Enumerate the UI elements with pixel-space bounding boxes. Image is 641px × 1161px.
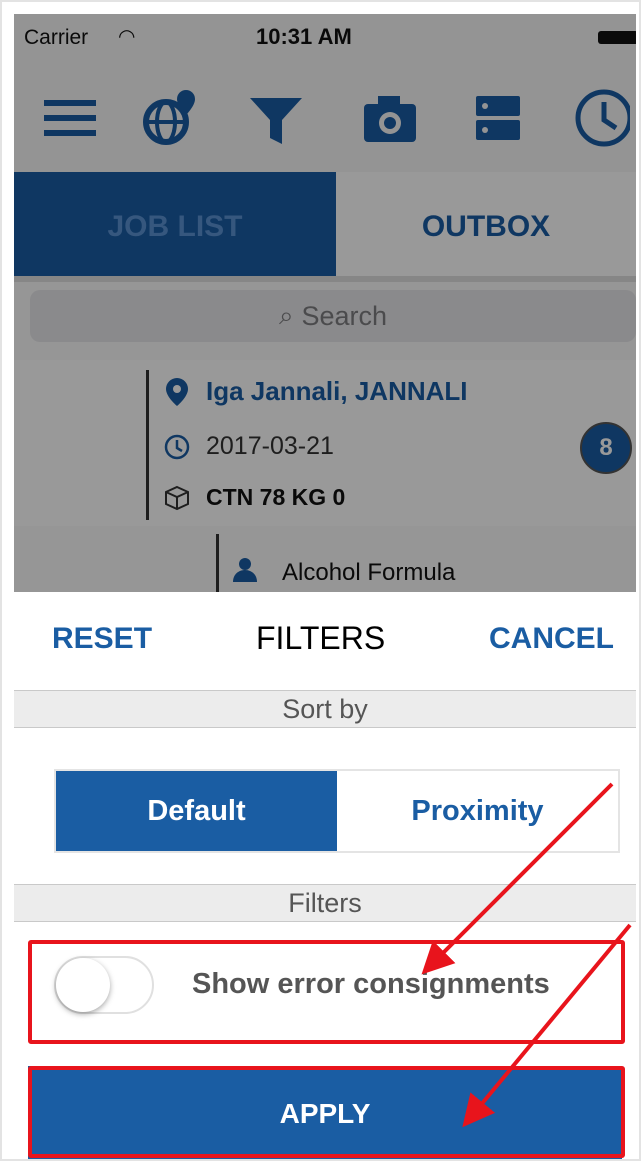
arrow-to-toggle (421, 782, 614, 975)
annotation-arrows (421, 782, 632, 1128)
arrow-to-apply (462, 923, 632, 1128)
